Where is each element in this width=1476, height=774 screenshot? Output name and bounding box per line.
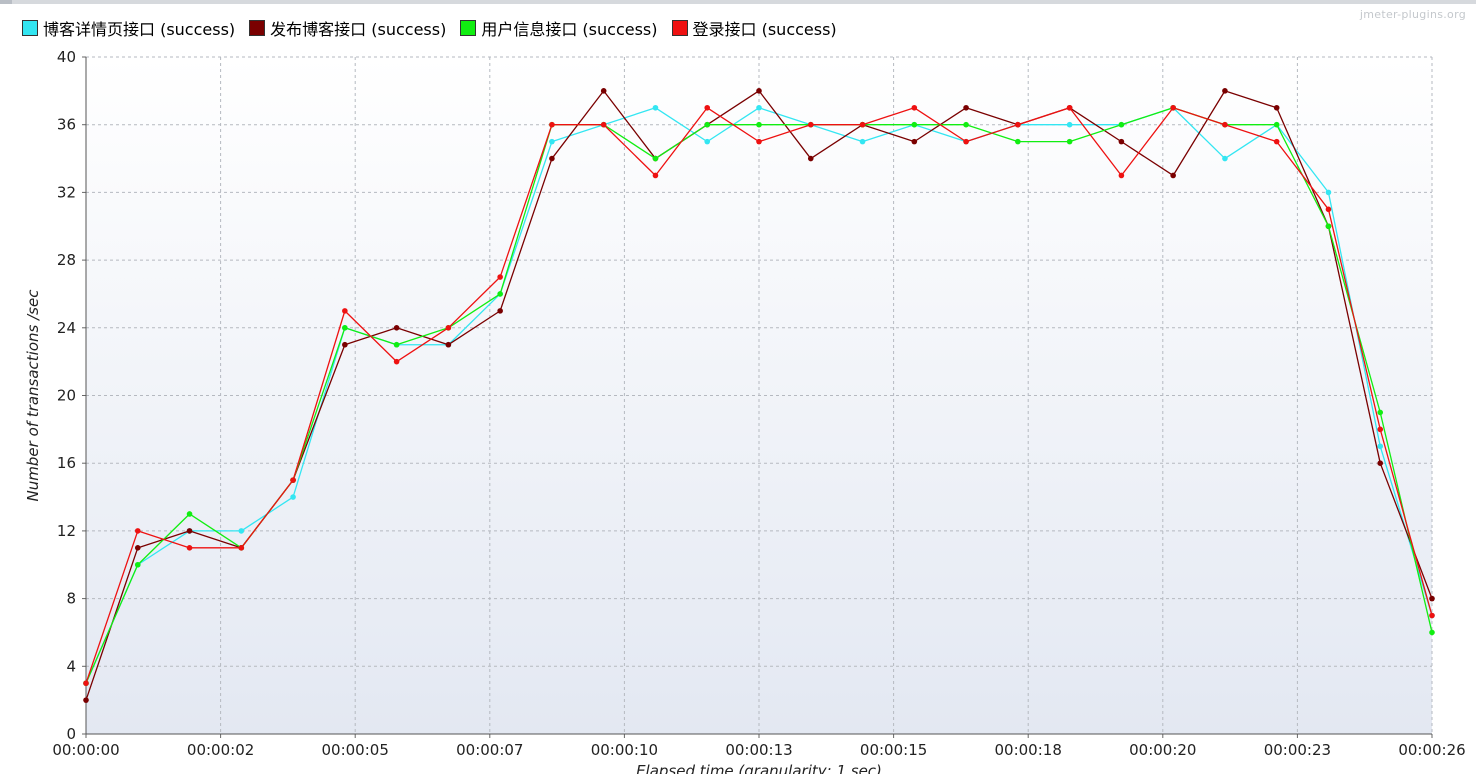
data-point [342,341,348,348]
data-point [1222,88,1228,94]
data-point [963,121,969,128]
data-point [290,494,296,500]
x-tick-label: 00:00:10 [591,741,658,759]
x-tick-label: 00:00:02 [187,741,254,759]
data-point [393,358,400,365]
data-point [83,697,89,703]
y-tick-label: 12 [57,522,76,540]
data-point [859,138,866,145]
y-tick-label: 28 [57,251,76,269]
data-point [652,104,659,111]
data-point [134,545,141,551]
data-point [807,121,814,128]
data-point [859,121,866,128]
x-axis-label: Elapsed time (granularity: 1 sec) [636,762,882,774]
data-point [1273,104,1280,111]
data-point [238,545,245,551]
x-tick-label: 00:00:07 [456,741,523,759]
data-point [1325,206,1332,213]
data-point [186,528,193,534]
data-point [1222,121,1228,128]
data-point [238,528,245,534]
data-point [911,121,918,128]
data-point [756,121,762,128]
data-point [1066,121,1073,128]
data-point [1066,104,1073,111]
data-point [1222,155,1228,162]
data-point [600,88,607,94]
x-tick-label: 00:00:00 [52,741,119,759]
data-point [1377,426,1384,433]
data-point [549,155,555,162]
y-tick-label: 20 [57,387,76,405]
data-point [497,308,503,314]
data-point [1377,409,1384,416]
data-point [1377,460,1384,467]
data-point [1015,138,1021,145]
y-tick-label: 32 [57,183,76,201]
x-tick-label: 00:00:05 [322,741,389,759]
data-point [1429,629,1435,636]
data-point [342,325,348,331]
data-point [445,341,452,348]
data-point [652,172,659,179]
data-point [704,121,711,128]
data-point [963,138,969,145]
x-tick-label: 00:00:15 [860,741,927,759]
data-point [1273,121,1280,128]
y-tick-label: 8 [66,590,76,608]
y-axis-label: Number of transactions /sec [24,289,42,502]
data-point [1118,172,1125,179]
data-point [1170,172,1176,179]
data-point [911,138,918,145]
y-tick-label: 4 [66,657,76,675]
data-point [963,104,969,111]
data-point [1015,121,1021,128]
data-point [1118,138,1125,145]
data-point [652,155,659,162]
data-point [756,104,762,111]
x-tick-label: 00:00:23 [1264,741,1331,759]
data-point [704,104,711,111]
data-point [549,121,555,128]
y-tick-label: 36 [57,116,76,134]
data-point [83,680,89,687]
x-tick-label: 00:00:26 [1398,741,1465,759]
data-point [1377,443,1384,450]
y-tick-label: 40 [57,48,76,66]
x-tick-label: 00:00:13 [725,741,792,759]
data-point [393,341,400,348]
data-point [911,104,918,111]
data-point [1429,595,1435,602]
data-point [1325,189,1332,196]
data-point [393,325,400,331]
data-point [807,155,814,162]
y-tick-label: 24 [57,319,76,337]
chart: 048121620242832364000:00:00 00:00:02 00:00… [24,48,1466,774]
y-tick-label: 16 [57,454,76,472]
data-point [290,477,296,483]
data-point [756,88,762,94]
data-point [497,291,503,297]
data-point [549,138,555,145]
data-point [600,121,607,128]
data-point [445,325,452,331]
data-point [756,138,762,145]
data-point [134,528,141,534]
data-point [1325,223,1332,230]
data-point [342,308,348,314]
data-point [186,511,193,517]
data-point [704,138,711,145]
data-point [1118,121,1125,128]
data-point [186,545,193,551]
data-point [1170,104,1176,111]
x-tick-label: 00:00:20 [1129,741,1196,759]
data-point [134,561,141,568]
x-tick-label: 00:00:18 [995,741,1062,759]
data-point [1273,138,1280,145]
data-point [497,274,503,280]
data-point [1429,612,1435,619]
data-point [1066,138,1073,145]
